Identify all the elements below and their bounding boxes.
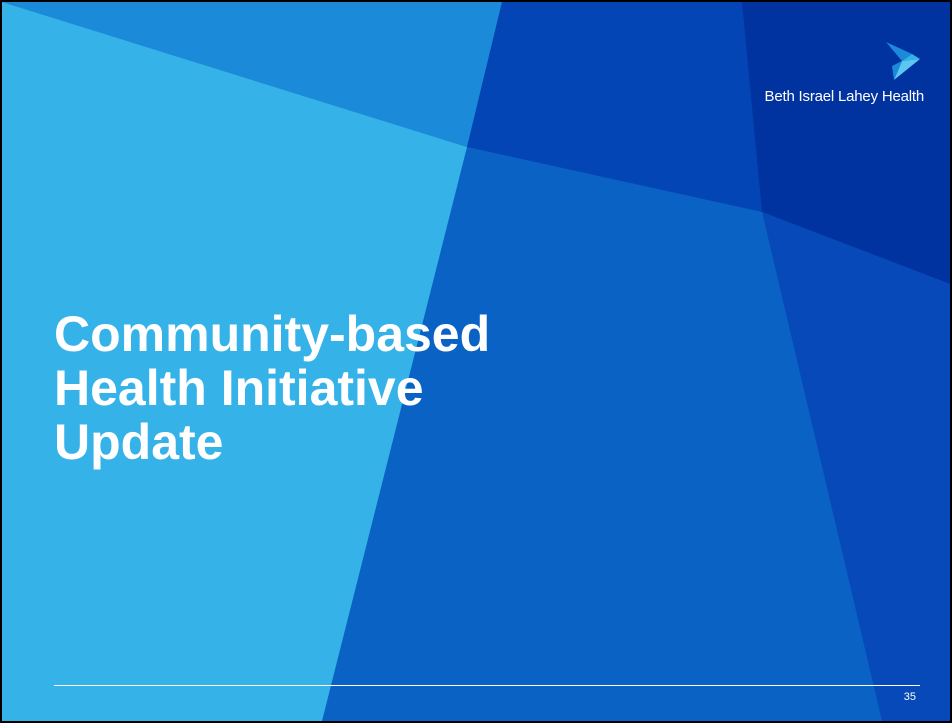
brand-logo: Beth Israel Lahey Health (734, 42, 924, 122)
page-number: 35 (903, 691, 916, 703)
slide-title: Community-based Health Initiative Update (54, 307, 694, 469)
title-line-3: Update (54, 414, 224, 470)
logo-text: Beth Israel Lahey Health (764, 88, 925, 105)
title-line-2: Health Initiative (54, 360, 424, 416)
title-line-1: Community-based (54, 306, 491, 362)
footer-divider (54, 685, 920, 686)
title-slide: Beth Israel Lahey Health Community-based… (0, 0, 952, 723)
bird-arrow-logo-icon (886, 42, 920, 80)
